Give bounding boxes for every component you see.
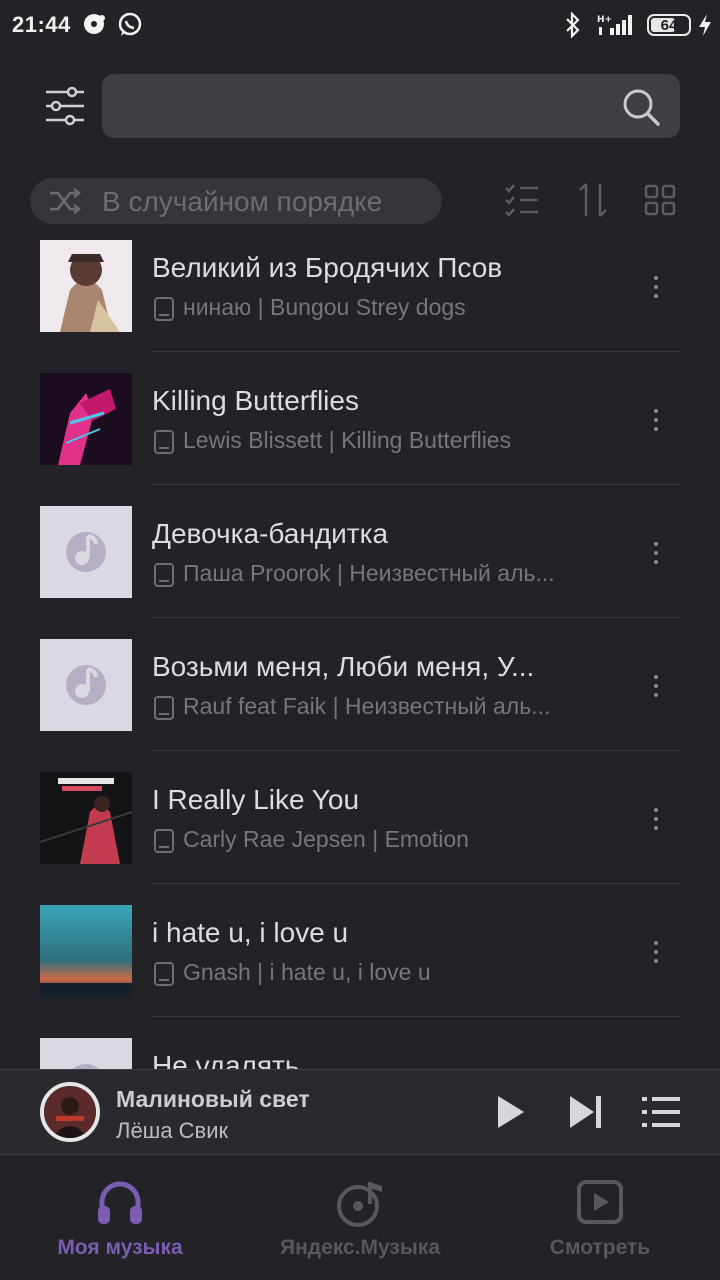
nav-watch-label: Смотреть [549, 1236, 651, 1259]
nav-my-music-label: Моя музыка [57, 1236, 183, 1259]
more-options-icon[interactable] [646, 675, 666, 701]
signal-icon: H+ [597, 15, 632, 35]
track-subtitle: Lewis Blissett | Killing Butterflies [183, 427, 512, 453]
nav-yandex-music-label: Яндекс.Музыка [280, 1236, 440, 1259]
sort-icon[interactable] [578, 182, 608, 218]
search-icon[interactable] [622, 88, 660, 126]
now-playing-title: Малиновый свет [116, 1086, 310, 1112]
music-notification-icon [84, 14, 105, 34]
music-note-icon [71, 1064, 101, 1070]
album-cover-placeholder [40, 1038, 132, 1070]
album-cover [40, 373, 132, 465]
track-title: Девочка-бандитка [152, 518, 389, 549]
device-storage-icon [154, 297, 174, 321]
now-playing-artist: Лёша Свик [116, 1118, 229, 1143]
select-list-icon[interactable] [504, 182, 540, 218]
device-storage-icon [154, 696, 174, 720]
next-track-button[interactable] [568, 1094, 604, 1130]
list-item[interactable]: Великий из Бродячих Псов нинаю | Bungou … [0, 240, 720, 373]
video-play-icon [577, 1180, 623, 1224]
track-list[interactable]: Великий из Бродячих Псов нинаю | Bungou … [0, 240, 720, 1070]
list-item[interactable]: Killing Butterflies Lewis Blissett | Kil… [0, 373, 720, 506]
network-type: H+ [597, 15, 612, 25]
track-subtitle: Gnash | i hate u, i love u [183, 959, 431, 985]
bluetooth-icon [566, 12, 580, 38]
vinyl-music-icon [337, 1182, 382, 1227]
track-subtitle: нинаю | Bungou Strey dogs [183, 294, 466, 320]
divider [152, 883, 680, 884]
status-bar: 21:44 H+ 64 [0, 0, 720, 50]
track-title: Не удалять [152, 1050, 300, 1070]
track-subtitle: Паша Proorok | Неизвестный аль... [183, 560, 555, 586]
grid-view-icon[interactable] [644, 182, 676, 218]
album-cover [40, 772, 132, 864]
filter-settings-icon[interactable] [44, 86, 86, 126]
nav-watch[interactable]: Смотреть [480, 1156, 720, 1280]
divider [152, 617, 680, 618]
charging-icon [699, 14, 711, 36]
album-cover-placeholder [40, 506, 132, 598]
music-note-icon [66, 665, 106, 705]
device-storage-icon [154, 563, 174, 587]
search-input[interactable] [102, 74, 680, 138]
battery-indicator: 64 [647, 14, 691, 36]
album-cover-placeholder [40, 639, 132, 731]
list-item[interactable]: I Really Like You Carly Rae Jepsen | Emo… [0, 772, 720, 905]
more-options-icon[interactable] [646, 409, 666, 435]
shuffle-button[interactable]: В случайном порядке [30, 178, 442, 224]
nav-yandex-music[interactable]: Яндекс.Музыка [240, 1156, 480, 1280]
mini-player[interactable]: Малиновый свет Лёша Свик [0, 1069, 720, 1155]
queue-list-icon[interactable] [642, 1096, 680, 1128]
now-playing-cover[interactable] [40, 1082, 100, 1142]
nav-my-music[interactable]: Моя музыка [0, 1156, 240, 1280]
track-title: I Really Like You [152, 784, 360, 815]
more-options-icon[interactable] [646, 276, 666, 302]
album-cover [40, 905, 132, 997]
battery-level: 64 [660, 17, 678, 34]
status-time: 21:44 [12, 12, 71, 37]
more-options-icon[interactable] [646, 808, 666, 834]
more-options-icon[interactable] [646, 941, 666, 967]
music-note-icon [66, 532, 106, 572]
shuffle-icon [50, 188, 82, 214]
divider [152, 484, 680, 485]
divider [152, 351, 680, 352]
device-storage-icon [154, 430, 174, 454]
divider [152, 1016, 680, 1017]
list-item[interactable]: Девочка-бандитка Паша Proorok | Неизвест… [0, 506, 720, 639]
track-title: Возьми меня, Люби меня, У... [152, 651, 535, 682]
track-title: Великий из Бродячих Псов [152, 252, 503, 283]
track-subtitle: Rauf feat Faik | Неизвестный аль... [183, 693, 551, 719]
whatsapp-icon [118, 12, 142, 36]
more-options-icon[interactable] [646, 542, 666, 568]
album-cover [40, 240, 132, 332]
list-item[interactable]: i hate u, i love u Gnash | i hate u, i l… [0, 905, 720, 1038]
track-subtitle: Carly Rae Jepsen | Emotion [183, 826, 469, 852]
divider [152, 750, 680, 751]
track-title: i hate u, i love u [152, 917, 349, 948]
headphones-icon [98, 1181, 142, 1224]
track-title: Killing Butterflies [152, 385, 359, 416]
device-storage-icon [154, 962, 174, 986]
device-storage-icon [154, 829, 174, 853]
play-button[interactable] [494, 1094, 526, 1130]
list-item[interactable]: Возьми меня, Люби меня, У... Rauf feat F… [0, 639, 720, 772]
bottom-navigation: Моя музыка Яндекс.Музыка Смотреть [0, 1156, 720, 1280]
list-item[interactable]: Не удалять [0, 1038, 720, 1070]
shuffle-label: В случайном порядке [102, 186, 383, 217]
